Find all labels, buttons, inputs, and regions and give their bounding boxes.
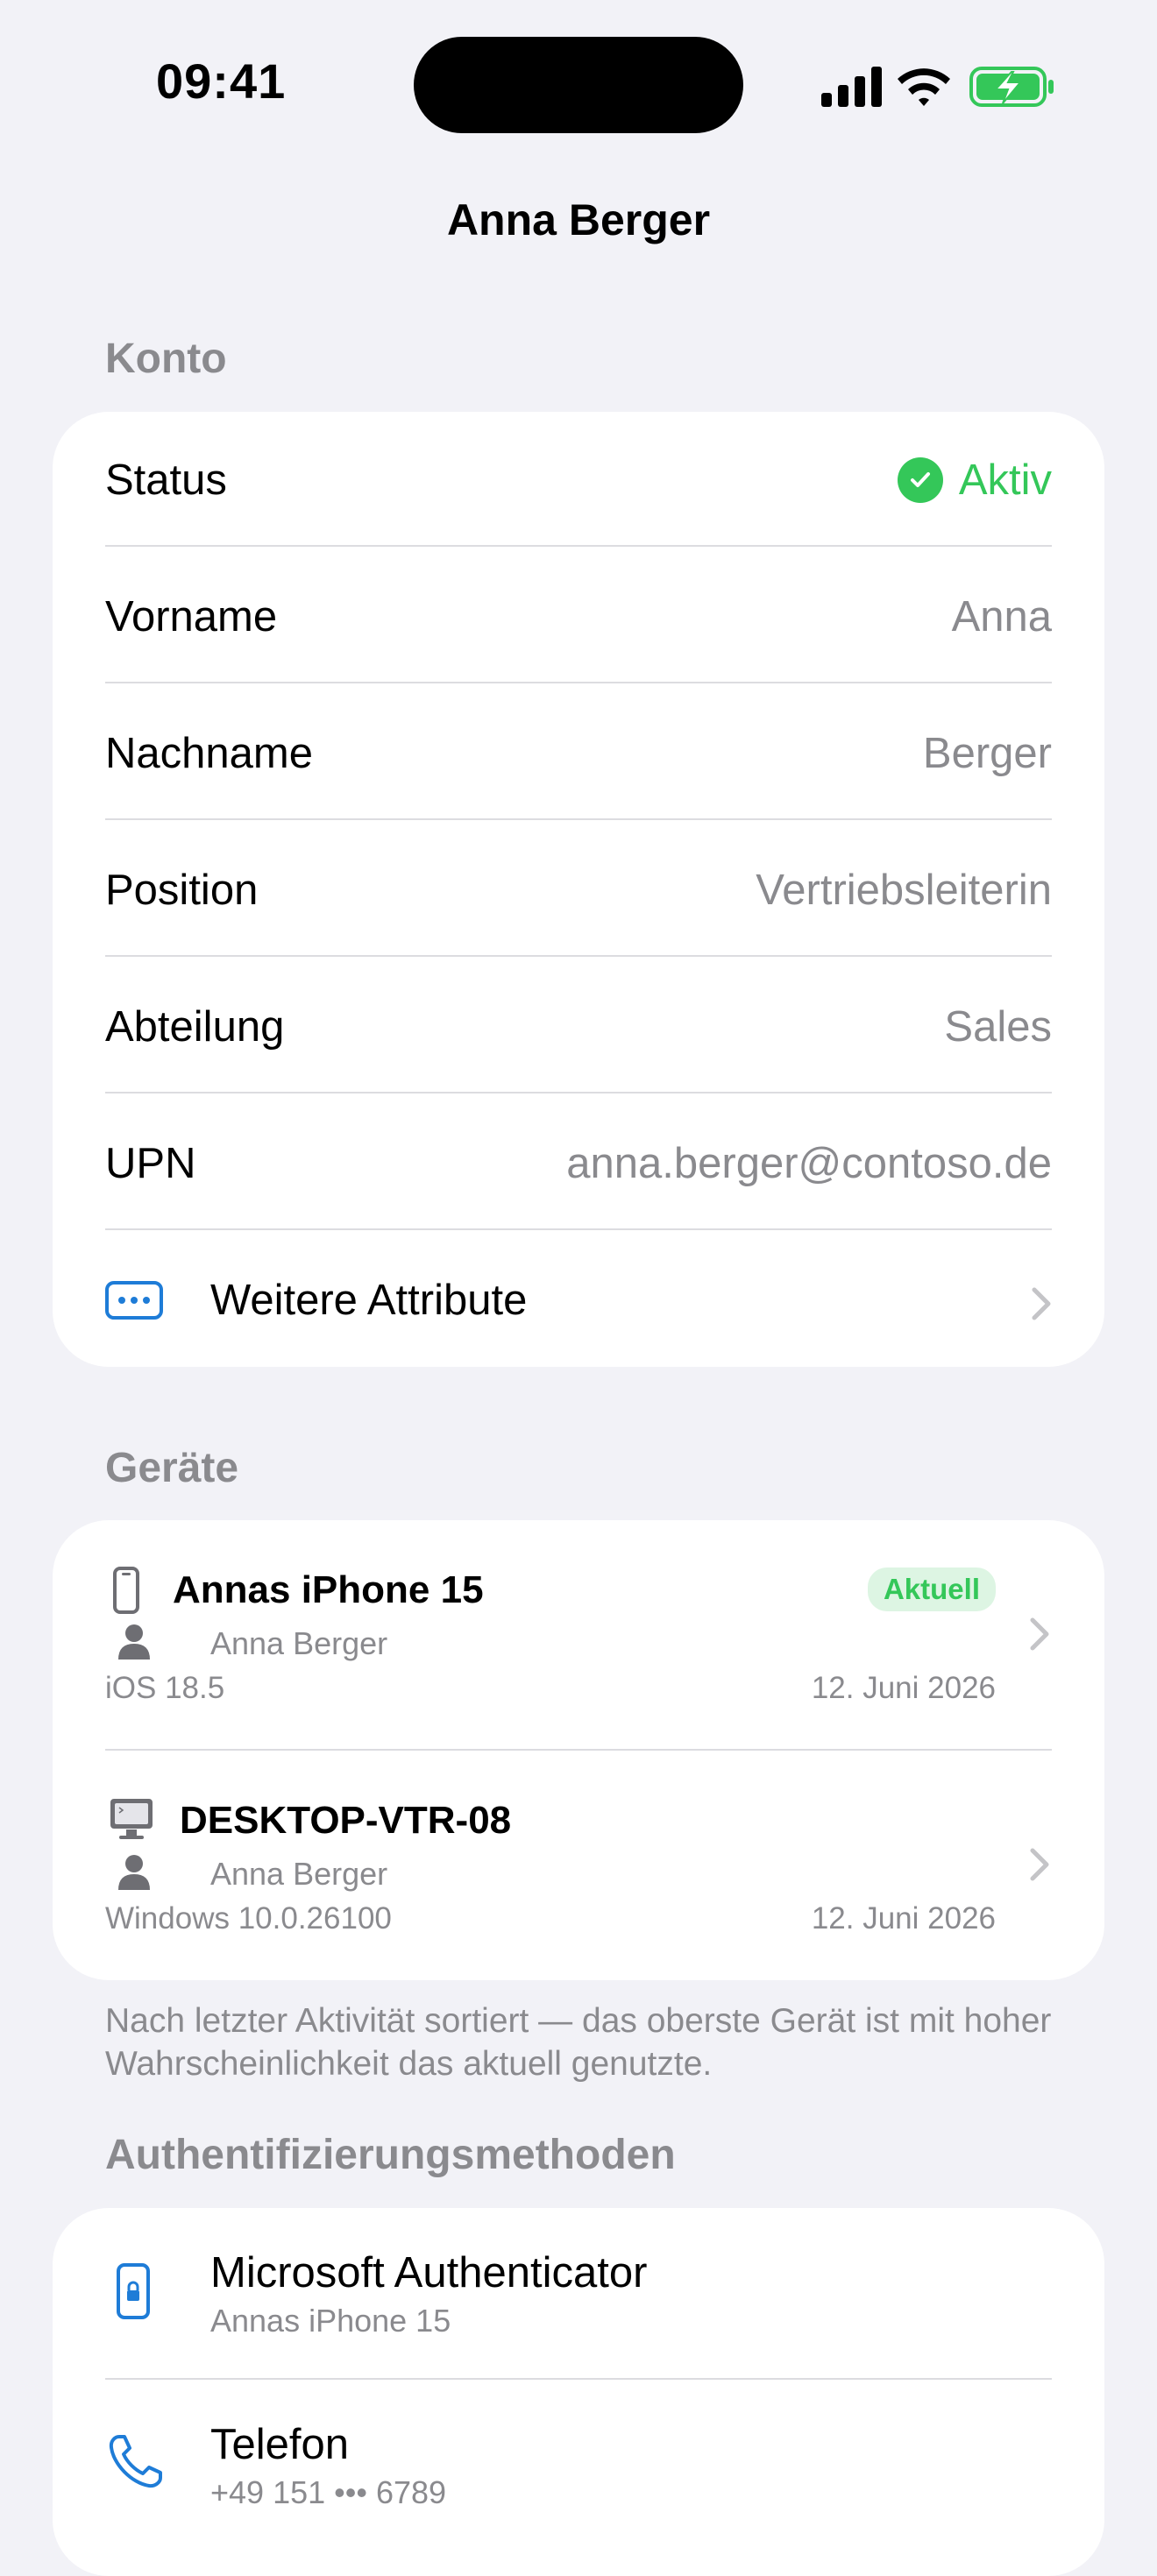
divider xyxy=(105,682,1052,683)
device-os: iOS 18.5 xyxy=(105,1671,225,1705)
upn-value: anna.berger@contoso.de xyxy=(566,1140,1052,1187)
person-icon xyxy=(117,1624,151,1665)
position-value: Vertriebsleiterin xyxy=(756,867,1052,914)
divider xyxy=(105,955,1052,957)
vorname-label: Vorname xyxy=(105,593,278,640)
wifi-icon xyxy=(898,68,950,106)
upn-row: UPN anna.berger@contoso.de xyxy=(105,1095,1052,1232)
phone-handset-icon xyxy=(107,2432,165,2495)
abteilung-row: Abteilung Sales xyxy=(105,959,1052,1095)
device-user: Anna Berger xyxy=(210,1856,388,1892)
divider xyxy=(105,1092,1052,1093)
status-row: Status Aktiv xyxy=(105,412,1052,548)
nachname-label: Nachname xyxy=(105,730,313,777)
device-name: Annas iPhone 15 xyxy=(173,1568,484,1611)
checkmark-circle-icon xyxy=(897,457,943,503)
divider xyxy=(105,818,1052,820)
auth-method-authenticator[interactable]: Microsoft Authenticator Annas iPhone 15 xyxy=(53,2208,1104,2380)
konto-card: Status Aktiv Vorname Anna Nachname Berge… xyxy=(53,412,1104,1367)
status-label: Status xyxy=(105,456,227,504)
divider xyxy=(105,545,1052,547)
person-icon xyxy=(117,1854,151,1895)
device-name: DESKTOP-VTR-08 xyxy=(180,1799,512,1842)
current-device-badge: Aktuell xyxy=(867,1568,996,1611)
weitere-attribute-row[interactable]: Weitere Attribute xyxy=(105,1232,1052,1369)
more-ellipsis-icon xyxy=(105,1281,163,1320)
device-last-activity: 12. Juni 2026 xyxy=(811,1901,996,1936)
weitere-attribute-label: Weitere Attribute xyxy=(210,1277,528,1324)
vorname-row: Vorname Anna xyxy=(105,548,1052,685)
auth-method-subtitle: +49 151 ••• 6789 xyxy=(210,2474,447,2510)
chevron-right-icon xyxy=(1029,1617,1050,1652)
device-user: Anna Berger xyxy=(210,1625,388,1661)
chevron-right-icon xyxy=(1029,1847,1050,1882)
status-bar-time: 09:41 xyxy=(156,53,287,109)
auth-method-telefon[interactable]: Telefon +49 151 ••• 6789 xyxy=(53,2380,1104,2551)
position-label: Position xyxy=(105,867,259,914)
nachname-row: Nachname Berger xyxy=(105,685,1052,822)
devices-footnote: Nach letzter Aktivität sortiert — das ob… xyxy=(105,2002,1052,2083)
status-value-text: Aktiv xyxy=(958,456,1052,504)
section-header-konto: Konto xyxy=(105,336,227,382)
device-os: Windows 10.0.26100 xyxy=(105,1901,392,1936)
section-header-geraete: Geräte xyxy=(105,1445,239,1491)
desktop-computer-icon xyxy=(109,1796,154,1846)
upn-label: UPN xyxy=(105,1140,196,1187)
auth-methods-card: Microsoft Authenticator Annas iPhone 15 … xyxy=(53,2208,1104,2576)
auth-method-title: Microsoft Authenticator xyxy=(210,2249,648,2296)
cellular-signal-icon xyxy=(821,67,882,107)
device-row-desktop[interactable]: DESKTOP-VTR-08 Anna Berger Windows 10.0.… xyxy=(53,1751,1104,1980)
page-title: Anna Berger xyxy=(446,195,711,244)
section-header-auth: Authentifizierungsmethoden xyxy=(105,2132,676,2178)
authenticator-phone-lock-icon xyxy=(116,2262,151,2325)
status-bar-icons xyxy=(817,61,1054,110)
status-value: Aktiv xyxy=(897,456,1052,505)
abteilung-value: Sales xyxy=(944,1003,1052,1051)
device-last-activity: 12. Juni 2026 xyxy=(811,1671,996,1705)
auth-method-title: Telefon xyxy=(210,2421,350,2468)
geraete-card: Annas iPhone 15 Aktuell Anna Berger iOS … xyxy=(53,1520,1104,1980)
chevron-right-icon xyxy=(1031,1283,1052,1320)
dynamic-island xyxy=(414,37,743,133)
position-row: Position Vertriebsleiterin xyxy=(105,822,1052,959)
iphone-icon xyxy=(112,1566,140,1619)
nachname-value: Berger xyxy=(922,730,1052,777)
battery-charging-icon xyxy=(969,67,1054,107)
abteilung-label: Abteilung xyxy=(105,1003,285,1051)
vorname-value: Anna xyxy=(951,593,1052,640)
device-row-iphone[interactable]: Annas iPhone 15 Aktuell Anna Berger iOS … xyxy=(53,1520,1104,1750)
auth-method-subtitle: Annas iPhone 15 xyxy=(210,2303,451,2339)
divider xyxy=(105,1228,1052,1230)
